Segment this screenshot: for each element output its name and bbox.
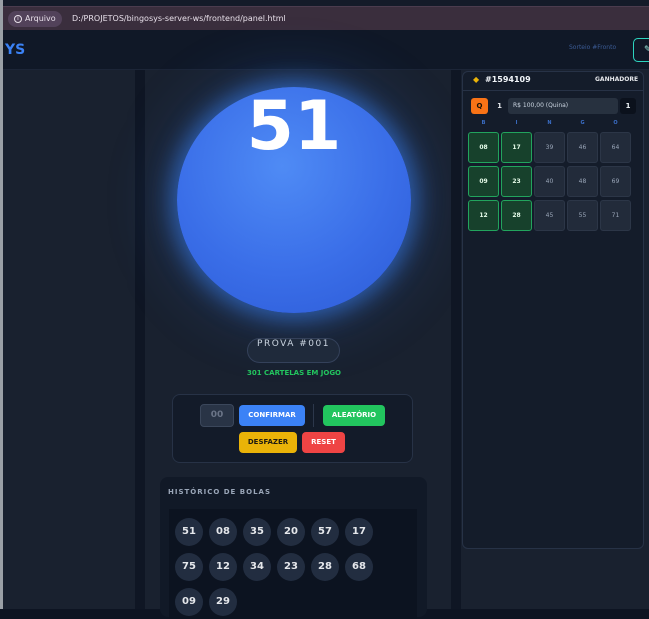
card-cell-marked: 28 bbox=[501, 200, 532, 231]
history-ball: 12 bbox=[209, 553, 237, 581]
card-cell: 69 bbox=[600, 166, 631, 197]
confirm-button[interactable]: CONFIRMAR bbox=[239, 405, 305, 426]
undo-button[interactable]: DESFAZER bbox=[239, 432, 297, 453]
history-ball: 08 bbox=[209, 518, 237, 546]
history-ball: 75 bbox=[175, 553, 203, 581]
card-cell-marked: 17 bbox=[501, 132, 532, 163]
card-column-letter: O bbox=[613, 120, 618, 126]
winner-status: GANHADORE bbox=[595, 76, 639, 83]
card-column-letter: G bbox=[580, 120, 585, 126]
ticket-icon: ◆ bbox=[473, 75, 480, 84]
controls-divider bbox=[313, 404, 314, 427]
card-cell-marked: 09 bbox=[468, 166, 499, 197]
card-column-letter: B bbox=[481, 120, 486, 126]
history-ball: 17 bbox=[345, 518, 373, 546]
app-logo: YS bbox=[5, 42, 26, 58]
history-ball: 09 bbox=[175, 588, 203, 616]
random-button[interactable]: ALEATÓRIO bbox=[323, 405, 385, 426]
left-panel bbox=[3, 70, 135, 609]
prize-count: 1 bbox=[620, 98, 636, 114]
header-action-button[interactable]: ✎ bbox=[633, 38, 649, 62]
card-cell-marked: 08 bbox=[468, 132, 499, 163]
card-cell: 64 bbox=[600, 132, 631, 163]
quina-badge: Q bbox=[471, 98, 488, 114]
history-ball: 20 bbox=[277, 518, 305, 546]
header-nav-link[interactable]: Sorteio #Fronto bbox=[569, 44, 616, 51]
history-ball: 57 bbox=[311, 518, 339, 546]
file-scheme-label: Arquivo bbox=[25, 14, 56, 23]
ball-number-input[interactable]: 00 bbox=[200, 404, 234, 427]
history-ball: 29 bbox=[209, 588, 237, 616]
card-cell: 71 bbox=[600, 200, 631, 231]
pencil-icon: ✎ bbox=[644, 45, 649, 55]
card-id: #1594109 bbox=[485, 75, 531, 84]
card-cell-marked: 23 bbox=[501, 166, 532, 197]
current-ball: 51 bbox=[177, 87, 411, 313]
app-header: YS Sorteio #Fronto ✎ bbox=[3, 30, 649, 70]
card-cell: 39 bbox=[534, 132, 565, 163]
current-ball-number: 51 bbox=[246, 87, 342, 166]
card-cell: 45 bbox=[534, 200, 565, 231]
card-column-letter: N bbox=[547, 120, 552, 126]
card-cell-marked: 12 bbox=[468, 200, 499, 231]
file-scheme-chip[interactable]: i Arquivo bbox=[8, 11, 62, 27]
reset-button[interactable]: RESET bbox=[302, 432, 345, 453]
history-title: HISTÓRICO DE BOLAS bbox=[168, 488, 271, 496]
prize-label: R$ 100,00 (Quina) bbox=[508, 98, 618, 114]
prova-badge: PROVA #001 bbox=[247, 338, 340, 363]
history-ball: 68 bbox=[345, 553, 373, 581]
card-cell: 40 bbox=[534, 166, 565, 197]
history-ball: 28 bbox=[311, 553, 339, 581]
history-ball: 23 bbox=[277, 553, 305, 581]
column-gap bbox=[451, 70, 461, 609]
card-cell: 48 bbox=[567, 166, 598, 197]
quina-badge-count: 1 bbox=[497, 102, 502, 110]
history-ball: 35 bbox=[243, 518, 271, 546]
cartelas-count: 301 CARTELAS EM JOGO bbox=[246, 369, 342, 377]
browser-url-bar: i Arquivo D:/PROJETOS/bingosys-server-ws… bbox=[3, 6, 649, 30]
history-ball: 34 bbox=[243, 553, 271, 581]
url-text[interactable]: D:/PROJETOS/bingosys-server-ws/frontend/… bbox=[72, 11, 286, 27]
card-cell: 46 bbox=[567, 132, 598, 163]
card-cell: 55 bbox=[567, 200, 598, 231]
card-column-letter: I bbox=[515, 120, 518, 126]
column-gap bbox=[135, 70, 145, 609]
history-ball: 51 bbox=[175, 518, 203, 546]
info-icon: i bbox=[14, 15, 22, 23]
